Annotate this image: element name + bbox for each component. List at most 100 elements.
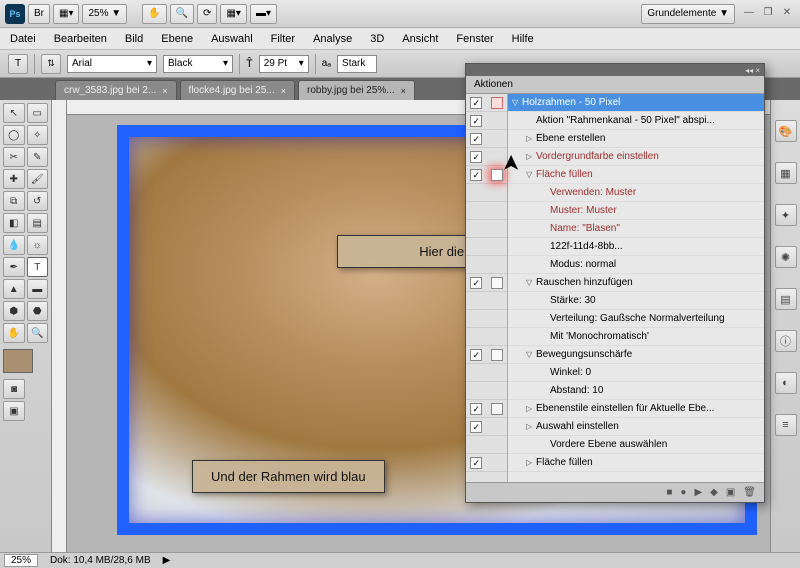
gradient-tool[interactable]: ▤ — [27, 213, 49, 233]
action-item[interactable]: Stärke: 30 — [508, 292, 764, 310]
action-item[interactable]: Rauschen hinzufügen — [508, 274, 764, 292]
disclosure-triangle-icon[interactable] — [526, 350, 536, 359]
action-item[interactable]: 122f-11d4-8bb... — [508, 238, 764, 256]
menu-datei[interactable]: Datei — [10, 33, 36, 45]
action-item[interactable]: Verwenden: Muster — [508, 184, 764, 202]
move-tool[interactable]: ↖ — [3, 103, 25, 123]
brush-tool[interactable]: 🖌 — [27, 169, 49, 189]
minimize-button[interactable]: — — [741, 7, 757, 21]
actions-list[interactable]: Holzrahmen - 50 PixelAktion "Rahmenkanal… — [508, 94, 764, 482]
action-enable-checkbox[interactable]: ✓ — [470, 169, 482, 181]
menu-ansicht[interactable]: Ansicht — [402, 33, 438, 45]
close-icon[interactable]: × — [162, 86, 167, 96]
heal-tool[interactable]: ✚ — [3, 169, 25, 189]
menu-3d[interactable]: 3D — [370, 33, 384, 45]
disclosure-triangle-icon[interactable] — [512, 98, 522, 107]
action-enable-checkbox[interactable]: ✓ — [470, 403, 482, 415]
close-icon[interactable]: × — [401, 86, 406, 96]
view-extras-button[interactable]: ▦▾ — [53, 4, 79, 24]
action-dialog-toggle[interactable] — [491, 403, 503, 415]
font-style-select[interactable]: Black▾ — [163, 55, 233, 73]
menu-filter[interactable]: Filter — [271, 33, 295, 45]
tab-flocke4[interactable]: flocke4.jpg bei 25...× — [180, 80, 295, 100]
eraser-tool[interactable]: ◧ — [3, 213, 25, 233]
close-button[interactable]: ✕ — [779, 7, 795, 21]
action-item[interactable]: Holzrahmen - 50 Pixel — [508, 94, 764, 112]
paths-panel-icon[interactable]: ≡ — [775, 414, 797, 436]
rotate-view-button[interactable]: ⟳ — [197, 4, 217, 24]
swatches-panel-icon[interactable]: ▦ — [775, 162, 797, 184]
3d-camera-tool[interactable]: ⬣ — [27, 301, 49, 321]
screen-mode-button[interactable]: ▬▾ — [250, 4, 277, 24]
styles-panel-icon[interactable]: ✦ — [775, 204, 797, 226]
menu-hilfe[interactable]: Hilfe — [512, 33, 534, 45]
menu-bearbeiten[interactable]: Bearbeiten — [54, 33, 107, 45]
antialiasing-select[interactable]: Stark — [337, 55, 377, 73]
collapse-icon[interactable]: ◂◂ — [745, 66, 753, 75]
action-item[interactable]: Verteilung: Gaußsche Normalverteilung — [508, 310, 764, 328]
disclosure-triangle-icon[interactable] — [526, 404, 536, 413]
disclosure-triangle-icon[interactable] — [526, 278, 536, 287]
quickmask-button[interactable]: ◙ — [3, 379, 25, 399]
action-enable-checkbox[interactable]: ✓ — [470, 421, 482, 433]
color-panel-icon[interactable]: 🎨 — [775, 120, 797, 142]
disclosure-triangle-icon[interactable] — [526, 152, 536, 161]
3d-tool[interactable]: ⬢ — [3, 301, 25, 321]
action-enable-checkbox[interactable]: ✓ — [470, 349, 482, 361]
channels-panel-icon[interactable]: ◐ — [775, 372, 797, 394]
eyedropper-tool[interactable]: ✎ — [27, 147, 49, 167]
action-enable-checkbox[interactable]: ✓ — [470, 151, 482, 163]
menu-bild[interactable]: Bild — [125, 33, 143, 45]
font-size-select[interactable]: 29 Pt▾ — [259, 55, 309, 73]
pen-tool[interactable]: ✒ — [3, 257, 25, 277]
new-set-button[interactable]: ◆ — [710, 487, 718, 498]
history-brush-tool[interactable]: ↺ — [27, 191, 49, 211]
action-enable-checkbox[interactable]: ✓ — [470, 97, 482, 109]
actions-tab[interactable]: Aktionen — [466, 76, 764, 94]
workspace-selector[interactable]: Grundelemente ▼ — [641, 4, 735, 24]
tab-robby[interactable]: robby.jpg bei 25%...× — [298, 80, 415, 100]
blur-tool[interactable]: 💧 — [3, 235, 25, 255]
action-item[interactable]: Vordere Ebene auswählen — [508, 436, 764, 454]
action-item[interactable]: Muster: Muster — [508, 202, 764, 220]
panel-titlebar[interactable]: ◂◂ × — [466, 64, 764, 76]
tab-crw3583[interactable]: crw_3583.jpg bei 2...× — [55, 80, 177, 100]
action-item[interactable]: Auswahl einstellen — [508, 418, 764, 436]
hand-tool-button[interactable]: ✋ — [142, 4, 166, 24]
action-item[interactable]: Abstand: 10 — [508, 382, 764, 400]
action-item[interactable]: Fläche füllen — [508, 454, 764, 472]
action-item[interactable]: Winkel: 0 — [508, 364, 764, 382]
zoom-tool-button[interactable]: 🔍 — [170, 4, 194, 24]
lasso-tool[interactable]: ◯ — [3, 125, 25, 145]
path-select-tool[interactable]: ▲ — [3, 279, 25, 299]
action-dialog-toggle[interactable] — [491, 97, 503, 109]
action-item[interactable]: Mit 'Monochromatisch' — [508, 328, 764, 346]
record-button[interactable]: ● — [680, 487, 686, 498]
action-enable-checkbox[interactable]: ✓ — [470, 277, 482, 289]
bridge-button[interactable]: Br — [28, 4, 50, 24]
action-item[interactable]: Ebene erstellen — [508, 130, 764, 148]
menu-auswahl[interactable]: Auswahl — [211, 33, 253, 45]
action-item[interactable]: Name: "Blasen" — [508, 220, 764, 238]
zoom-tool[interactable]: 🔍 — [27, 323, 49, 343]
tool-preset-icon[interactable]: T — [8, 54, 28, 74]
close-icon[interactable]: × — [281, 86, 286, 96]
menu-analyse[interactable]: Analyse — [313, 33, 352, 45]
action-item[interactable]: Ebenenstile einstellen für Aktuelle Ebe.… — [508, 400, 764, 418]
menu-fenster[interactable]: Fenster — [456, 33, 493, 45]
wand-tool[interactable]: ✧ — [27, 125, 49, 145]
color-swatch[interactable] — [3, 349, 33, 373]
adjustments-panel-icon[interactable]: ✺ — [775, 246, 797, 268]
disclosure-triangle-icon[interactable] — [526, 134, 536, 143]
disclosure-triangle-icon[interactable] — [526, 458, 536, 467]
font-family-select[interactable]: Arial▾ — [67, 55, 157, 73]
action-enable-checkbox[interactable]: ✓ — [470, 133, 482, 145]
chevron-right-icon[interactable]: ▶ — [163, 555, 171, 566]
arrange-button[interactable]: ▦▾ — [220, 4, 246, 24]
delete-button[interactable]: 🗑 — [743, 487, 756, 498]
disclosure-triangle-icon[interactable] — [526, 170, 536, 179]
zoom-selector[interactable]: 25% ▼ — [82, 4, 127, 24]
action-item[interactable]: Aktion "Rahmenkanal - 50 Pixel" abspi... — [508, 112, 764, 130]
action-dialog-toggle[interactable] — [491, 349, 503, 361]
action-item[interactable]: Bewegungsunschärfe — [508, 346, 764, 364]
